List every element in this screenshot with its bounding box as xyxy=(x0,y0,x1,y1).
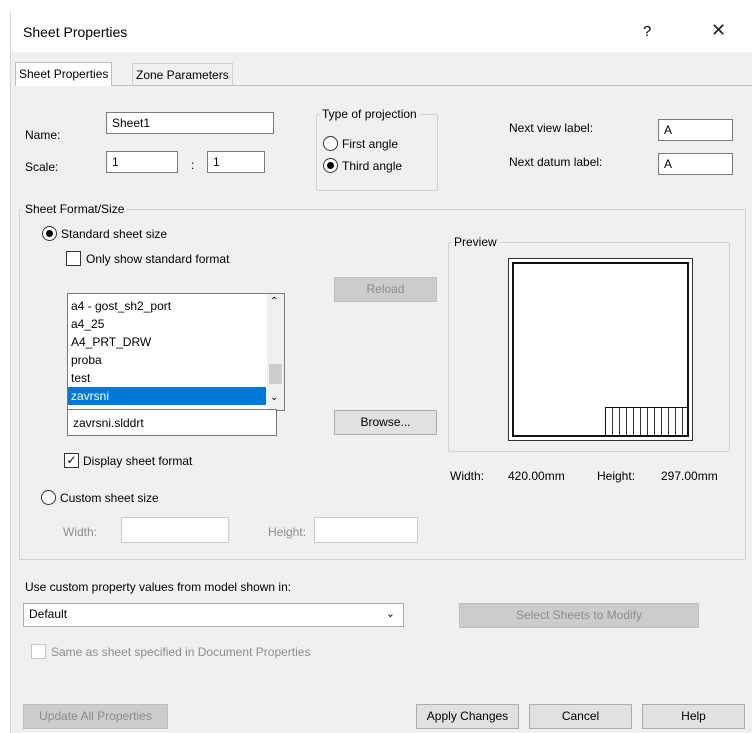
sheet-border xyxy=(512,262,689,437)
custom-height-label: Height: xyxy=(268,525,307,539)
display-format-label: Display sheet format xyxy=(83,454,193,468)
scroll-thumb[interactable] xyxy=(269,364,282,384)
tab-label: Sheet Properties xyxy=(19,67,109,81)
scale-separator: : xyxy=(191,158,195,172)
same-as-checkbox[interactable] xyxy=(31,644,46,659)
next-view-field[interactable]: A xyxy=(658,119,733,141)
custom-width-label: Width: xyxy=(63,525,98,539)
preview-width-value: 420.00mm xyxy=(508,469,565,483)
scroll-up-icon[interactable]: ⌃ xyxy=(270,296,278,307)
scale-label: Scale: xyxy=(25,160,59,174)
display-format-checkbox[interactable]: ✓ xyxy=(64,453,79,468)
cancel-button[interactable]: Cancel xyxy=(529,704,632,729)
only-standard-label: Only show standard format xyxy=(86,252,230,266)
custom-property-label: Use custom property values from model sh… xyxy=(25,580,292,594)
next-view-label: Next view label: xyxy=(509,121,594,135)
sheet-preview-image xyxy=(508,258,693,441)
preview-title: Preview xyxy=(454,235,497,249)
third-angle-label: Third angle xyxy=(342,159,403,173)
close-icon[interactable]: ✕ xyxy=(711,20,726,41)
format-listbox[interactable]: a4 - gost_sh2_port a4_25 A4_PRT_DRW prob… xyxy=(67,293,285,411)
dialog-title: Sheet Properties xyxy=(23,24,128,40)
name-label: Name: xyxy=(25,128,61,142)
scale-denominator-field[interactable]: 1 xyxy=(207,151,265,173)
next-datum-label: Next datum label: xyxy=(509,155,603,169)
model-dropdown[interactable]: Default ⌄ xyxy=(23,603,404,627)
tab-zone-parameters[interactable]: Zone Parameters xyxy=(132,63,233,85)
custom-height-field[interactable] xyxy=(314,517,418,543)
sheet-properties-dialog: Sheet Properties ? ✕ Sheet Properties Zo… xyxy=(10,12,752,733)
sheet-name-field[interactable]: Sheet1 xyxy=(106,112,274,134)
projection-group-title: Type of projection xyxy=(322,107,417,121)
model-dropdown-value: Default xyxy=(29,607,68,621)
help-icon[interactable]: ? xyxy=(643,23,651,40)
browse-button[interactable]: Browse... xyxy=(334,410,437,435)
only-standard-checkbox[interactable] xyxy=(66,251,81,266)
tab-label: Zone Parameters xyxy=(136,68,229,82)
standard-size-label: Standard sheet size xyxy=(61,227,168,241)
preview-height-label: Height: xyxy=(597,469,636,483)
list-item[interactable]: proba xyxy=(68,351,266,369)
list-item[interactable]: A4_PRT_DRW xyxy=(68,333,266,351)
help-button[interactable]: Help xyxy=(642,704,745,729)
first-angle-label: First angle xyxy=(342,137,399,151)
next-datum-field[interactable]: A xyxy=(658,153,733,175)
custom-width-field[interactable] xyxy=(121,517,229,543)
preview-width-label: Width: xyxy=(450,469,485,483)
reload-button[interactable]: Reload xyxy=(334,277,437,302)
same-as-label: Same as sheet specified in Document Prop… xyxy=(51,645,311,659)
custom-size-label: Custom sheet size xyxy=(60,491,159,505)
listbox-scrollbar[interactable]: ⌃ ⌄ xyxy=(267,294,284,410)
tab-sheet-properties[interactable]: Sheet Properties xyxy=(15,62,113,86)
title-bar: Sheet Properties ? ✕ xyxy=(11,12,752,52)
scale-numerator-field[interactable]: 1 xyxy=(106,151,178,173)
custom-size-radio[interactable] xyxy=(41,490,56,505)
sheet-format-group-title: Sheet Format/Size xyxy=(25,202,125,216)
update-all-button[interactable]: Update All Properties xyxy=(23,704,168,729)
chevron-down-icon: ⌄ xyxy=(385,608,395,620)
list-item-selected[interactable]: zavrsni xyxy=(68,387,266,405)
list-item[interactable]: a4 - gost_sh2_port xyxy=(68,297,266,315)
scroll-down-icon[interactable]: ⌄ xyxy=(270,392,278,403)
standard-size-radio[interactable] xyxy=(42,226,57,241)
select-sheets-button[interactable]: Select Sheets to Modify xyxy=(459,603,699,628)
preview-height-value: 297.00mm xyxy=(661,469,718,483)
title-block xyxy=(605,407,687,435)
format-file-field[interactable]: zavrsni.slddrt xyxy=(67,409,277,436)
first-angle-radio[interactable] xyxy=(323,136,338,151)
list-item[interactable]: test xyxy=(68,369,266,387)
list-item[interactable]: a4_25 xyxy=(68,315,266,333)
apply-changes-button[interactable]: Apply Changes xyxy=(416,704,519,729)
third-angle-radio[interactable] xyxy=(323,158,338,173)
